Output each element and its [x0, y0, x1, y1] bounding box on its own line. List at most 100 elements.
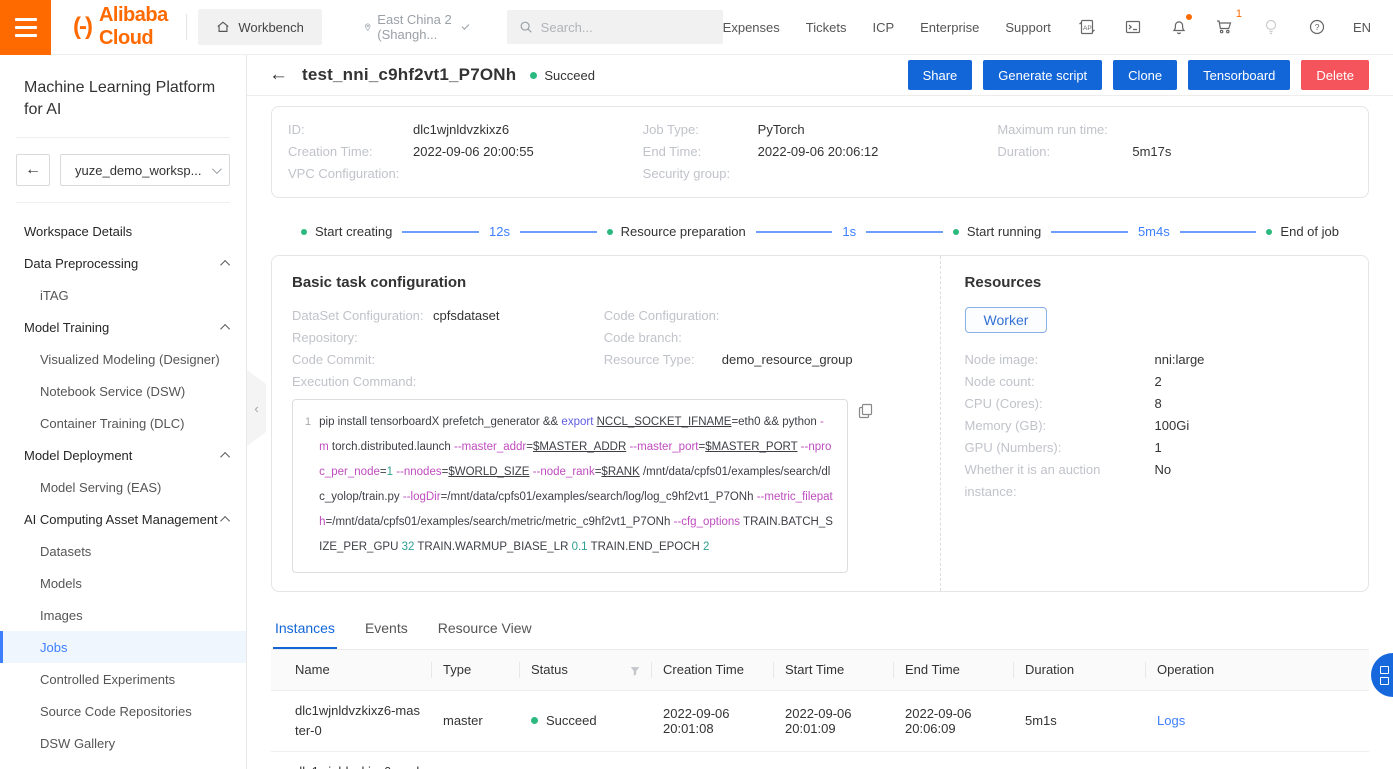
status-filter-icon[interactable] — [629, 665, 641, 677]
sidebar-menu: Workspace Details Data Preprocessing iTA… — [0, 203, 246, 759]
timeline-connector — [402, 231, 479, 233]
home-icon — [216, 20, 230, 34]
col-header-creation-time: Creation Time — [651, 650, 773, 690]
tab-instances[interactable]: Instances — [273, 614, 337, 649]
language-switcher[interactable]: EN — [1353, 20, 1371, 35]
end-time-value: 2022-09-06 20:06:12 — [758, 141, 879, 163]
basic-task-configuration-title: Basic task configuration — [292, 274, 916, 291]
sidebar-item-jobs[interactable]: Jobs — [0, 631, 246, 663]
sidebar-item-dsw-gallery[interactable]: DSW Gallery — [0, 727, 246, 759]
auction-instance-label: Whether it is an auction instance: — [965, 459, 1155, 503]
search-input[interactable] — [541, 20, 711, 35]
sidebar-item-workspace-details[interactable]: Workspace Details — [0, 215, 246, 247]
code-commit-label: Code Commit: — [292, 349, 433, 371]
code-line-number: 1 — [301, 410, 311, 560]
sidebar-item-controlled-experiments[interactable]: Controlled Experiments — [0, 663, 246, 695]
copy-icon[interactable] — [858, 403, 873, 419]
sidebar-item-visualized-modeling[interactable]: Visualized Modeling (Designer) — [0, 343, 246, 375]
cpu-cores-value: 8 — [1155, 393, 1162, 415]
global-search[interactable] — [507, 10, 723, 44]
chevron-down-icon — [462, 22, 470, 30]
generate-script-button[interactable]: Generate script — [983, 60, 1102, 90]
help-icon[interactable]: ? — [1307, 17, 1327, 37]
api-icon[interactable]: AP — [1077, 17, 1097, 37]
sidebar-item-models[interactable]: Models — [0, 567, 246, 599]
terminal-icon[interactable] — [1123, 17, 1143, 37]
region-label: East China 2 (Shangh... — [377, 12, 456, 42]
resources-title: Resources — [965, 274, 1344, 291]
lightbulb-icon[interactable] — [1261, 17, 1281, 37]
instance-duration: 5m1s — [1013, 690, 1145, 751]
node-count-label: Node count: — [965, 371, 1155, 393]
security-group-label: Security group: — [643, 163, 758, 185]
sidebar-group-model-deployment[interactable]: Model Deployment — [0, 439, 246, 471]
timeline-stage-end-of-job: End of job — [1266, 224, 1339, 239]
hamburger-menu-icon[interactable] — [0, 0, 51, 55]
stage-dot-icon — [1266, 229, 1272, 235]
alibaba-cloud-logo[interactable]: (-) Alibaba Cloud — [51, 4, 186, 50]
nav-link-enterprise[interactable]: Enterprise — [920, 20, 979, 35]
workbench-button[interactable]: Workbench — [198, 9, 322, 45]
auction-instance-value: No — [1155, 459, 1172, 503]
col-header-operation: Operation — [1145, 650, 1369, 690]
delete-button[interactable]: Delete — [1301, 60, 1369, 90]
sidebar-item-notebook-service[interactable]: Notebook Service (DSW) — [0, 375, 246, 407]
command-code: pip install tensorboardX prefetch_genera… — [319, 410, 833, 560]
nav-link-icp[interactable]: ICP — [872, 20, 894, 35]
worker-tab[interactable]: Worker — [965, 307, 1048, 333]
svg-text:AP: AP — [1083, 25, 1092, 32]
clone-button[interactable]: Clone — [1113, 60, 1177, 90]
stage-dot-icon — [953, 229, 959, 235]
instance-start-time: 2022-09-06 20:01:09 — [773, 690, 893, 751]
node-count-value: 2 — [1155, 371, 1162, 393]
sidebar-item-container-training[interactable]: Container Training (DLC) — [0, 407, 246, 439]
timeline-connector — [520, 231, 597, 233]
instance-creation-time: 2022-09-06 20:01:08 — [651, 690, 773, 751]
status-dot-icon — [530, 72, 537, 79]
instance-duration: 4m59s — [1013, 751, 1145, 769]
sidebar-item-datasets[interactable]: Datasets — [0, 535, 246, 567]
sidebar-item-images[interactable]: Images — [0, 599, 246, 631]
col-header-name: Name — [271, 650, 431, 690]
instance-type: master — [431, 690, 519, 751]
tab-events[interactable]: Events — [363, 614, 410, 649]
id-label: ID: — [288, 119, 413, 141]
sidebar-item-itag[interactable]: iTAG — [0, 279, 246, 311]
execution-command-code-block[interactable]: 1 pip install tensorboardX prefetch_gene… — [292, 399, 848, 573]
instance-creation-time: 2022-09-06 20:01:10 — [651, 751, 773, 769]
sidebar-item-source-code-repositories[interactable]: Source Code Repositories — [0, 695, 246, 727]
share-button[interactable]: Share — [908, 60, 973, 90]
col-header-status: Status — [519, 650, 651, 690]
logs-link[interactable]: Logs — [1157, 713, 1185, 728]
dataset-configuration-label: DataSet Configuration: — [292, 305, 433, 327]
table-row: dlc1wjnldvzkixz6-worker-0 worker Succeed… — [271, 751, 1369, 769]
nav-link-support[interactable]: Support — [1005, 20, 1051, 35]
location-pin-icon — [364, 20, 371, 34]
tensorboard-button[interactable]: Tensorboard — [1188, 60, 1290, 90]
col-header-start-time: Start Time — [773, 650, 893, 690]
nav-link-expenses[interactable]: Expenses — [723, 20, 780, 35]
notifications-bell-icon[interactable] — [1169, 17, 1189, 37]
workspace-back-button[interactable]: ← — [16, 154, 50, 186]
job-status-badge: Succeed — [530, 68, 595, 83]
page-title: test_nni_c9hf2vt1_P7ONh — [302, 65, 516, 85]
timeline-connector — [866, 231, 943, 233]
cart-icon[interactable]: 1 — [1215, 17, 1235, 37]
timeline-connector — [756, 231, 833, 233]
nav-link-tickets[interactable]: Tickets — [806, 20, 847, 35]
workspace-selector[interactable]: yuze_demo_worksp... — [60, 154, 230, 186]
code-branch-label: Code branch: — [604, 327, 722, 349]
sidebar-group-data-preprocessing[interactable]: Data Preprocessing — [0, 247, 246, 279]
stage-dot-icon — [301, 229, 307, 235]
sidebar-group-model-training[interactable]: Model Training — [0, 311, 246, 343]
sidebar-item-model-serving[interactable]: Model Serving (EAS) — [0, 471, 246, 503]
gpu-numbers-label: GPU (Numbers): — [965, 437, 1155, 459]
stage-dot-icon — [607, 229, 613, 235]
region-selector[interactable]: East China 2 (Shangh... — [364, 12, 467, 42]
table-header-row: Name Type Status Creation Time Start Tim… — [271, 650, 1369, 690]
tab-resource-view[interactable]: Resource View — [436, 614, 534, 649]
sidebar-group-ai-computing-asset-management[interactable]: AI Computing Asset Management — [0, 503, 246, 535]
back-button[interactable]: ← — [269, 64, 288, 86]
resource-type-value: demo_resource_group — [722, 349, 853, 371]
dataset-configuration-link[interactable]: cpfsdataset — [433, 305, 500, 327]
